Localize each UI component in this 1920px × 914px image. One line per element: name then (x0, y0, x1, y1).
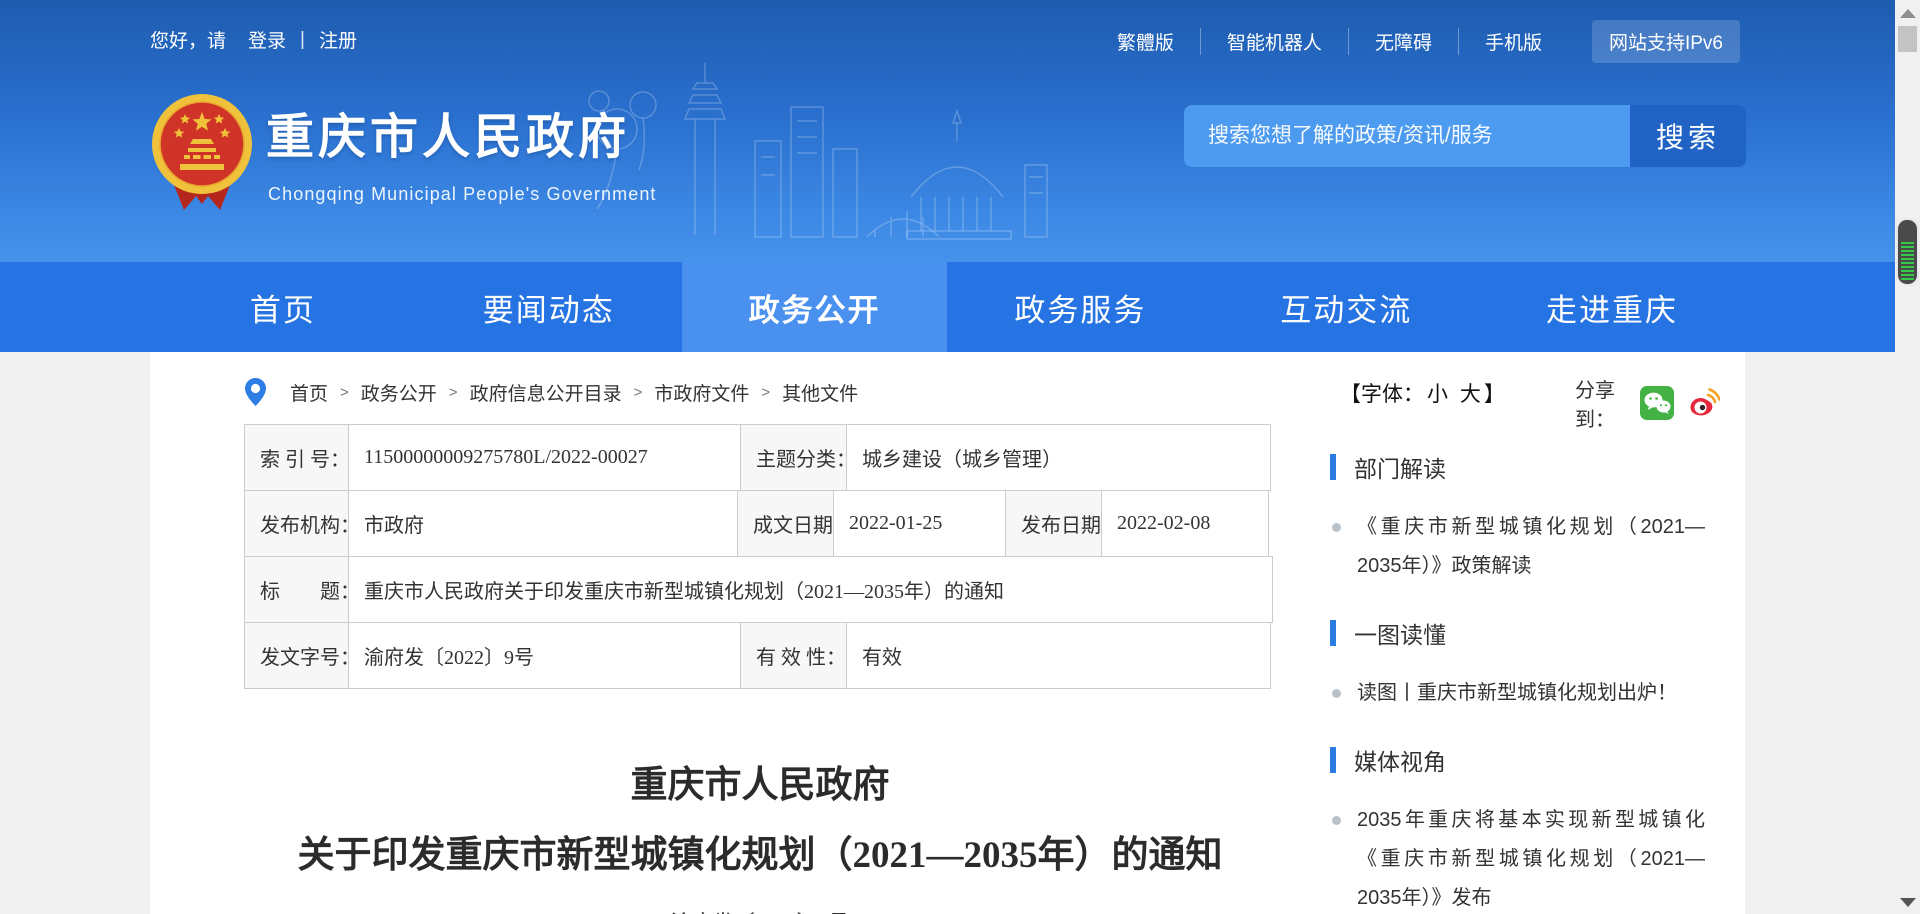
weibo-icon[interactable] (1686, 386, 1720, 420)
page: 您好，请 登录 | 注册 繁體版 智能机器人 无障碍 手机版 网站支持IPv6 (0, 0, 1920, 914)
title-value: 重庆市人民政府关于印发重庆市新型城镇化规划（2021—2035年）的通知 (348, 556, 1273, 623)
font-smaller-button[interactable]: 小 (1427, 383, 1448, 406)
written-date-label: 成文日期： (737, 490, 834, 557)
section-title: 一图读懂 (1354, 616, 1446, 650)
document-number: 渝府发〔2022〕9号 (245, 907, 1275, 914)
main-navigation: 首页 要闻动态 政务公开 政务服务 互动交流 走进重庆 (0, 262, 1895, 352)
table-row: 发布机构： 市政府 成文日期： 2022-01-25 发布日期： 2022-02… (245, 491, 1275, 557)
breadcrumb-home[interactable]: 首页 (290, 379, 328, 406)
sidebar-link-infographic[interactable]: 读图丨重庆市新型城镇化规划出炉！ (1330, 674, 1705, 713)
breadcrumb-municipal-docs[interactable]: 市政府文件 (654, 379, 749, 406)
skyline-decoration (555, 45, 1075, 257)
login-separator: | (300, 29, 305, 51)
national-emblem-logo[interactable] (150, 92, 254, 216)
scroll-down-icon[interactable] (1900, 898, 1916, 907)
table-row: 索 引 号： 11500000009275780L/2022-00027 主题分… (245, 425, 1275, 491)
sidebar-section-department-interpretation: 部门解读 《重庆市新型城镇化规划（2021—2035年）》政策解读 (1330, 450, 1730, 586)
written-date-value: 2022-01-25 (833, 490, 1006, 557)
search-button[interactable]: 搜索 (1630, 105, 1746, 167)
document-title-block: 重庆市人民政府 关于印发重庆市新型城镇化规划（2021—2035年）的通知 渝府… (245, 754, 1275, 914)
search-input[interactable] (1184, 105, 1630, 167)
publish-date-label: 发布日期： (1005, 490, 1102, 557)
topic-category-label: 主题分类： (740, 424, 847, 491)
accessibility-link[interactable]: 无障碍 (1348, 28, 1458, 55)
topbar-utility-links: 繁體版 智能机器人 无障碍 手机版 网站支持IPv6 (1091, 21, 1740, 61)
sidebar-link-policy-interpretation[interactable]: 《重庆市新型城镇化规划（2021—2035年）》政策解读 (1330, 508, 1705, 586)
document-info-table: 索 引 号： 11500000009275780L/2022-00027 主题分… (245, 425, 1275, 689)
section-title: 部门解读 (1354, 450, 1446, 484)
share-label: 分享到： (1575, 374, 1628, 432)
section-title: 媒体视角 (1354, 743, 1446, 777)
font-control-prefix: 【字体： (1340, 383, 1424, 406)
sidebar-section-infographic: 一图读懂 读图丨重庆市新型城镇化规划出炉！ (1330, 616, 1730, 713)
nav-item-gov-services[interactable]: 政务服务 (947, 262, 1213, 352)
traditional-chinese-link[interactable]: 繁體版 (1091, 28, 1200, 55)
breadcrumb-info-catalog[interactable]: 政府信息公开目录 (470, 379, 622, 406)
scrollbar-thumb[interactable] (1898, 26, 1917, 52)
table-row: 发文字号： 渝府发〔2022〕9号 有 效 性： 有效 (245, 623, 1275, 689)
scroll-up-icon[interactable] (1900, 9, 1916, 18)
validity-value: 有效 (846, 622, 1271, 689)
wechat-icon[interactable] (1640, 386, 1674, 420)
breadcrumb-separator: > (761, 384, 770, 401)
breadcrumb-separator: > (634, 384, 643, 401)
document-title-line2: 关于印发重庆市新型城镇化规划（2021—2035年）的通知 (245, 824, 1275, 878)
section-header: 部门解读 (1330, 450, 1730, 484)
register-link[interactable]: 注册 (319, 26, 357, 53)
breadcrumb-separator: > (449, 384, 458, 401)
smart-robot-link[interactable]: 智能机器人 (1200, 28, 1348, 55)
nav-item-about-chongqing[interactable]: 走进重庆 (1479, 262, 1745, 352)
ipv6-badge[interactable]: 网站支持IPv6 (1592, 20, 1740, 63)
title-label: 标 题： (244, 556, 349, 623)
publish-date-value: 2022-02-08 (1101, 490, 1269, 557)
related-sidebar: 部门解读 《重庆市新型城镇化规划（2021—2035年）》政策解读 一图读懂 读… (1330, 450, 1730, 914)
doc-number-label: 发文字号： (244, 622, 349, 689)
topbar-login-area: 您好，请 登录 | 注册 (150, 26, 357, 53)
topic-category-value: 城乡建设（城乡管理） (846, 424, 1271, 491)
national-emblem-icon (150, 92, 254, 216)
issuing-agency-label: 发布机构： (244, 490, 349, 557)
font-size-control: 【字体：小 大】 (1340, 378, 1505, 408)
mobile-version-link[interactable]: 手机版 (1458, 28, 1568, 55)
nav-items: 首页 要闻动态 政务公开 政务服务 互动交流 走进重庆 (150, 262, 1745, 352)
nav-item-news[interactable]: 要闻动态 (416, 262, 682, 352)
breadcrumb-gov-disclosure[interactable]: 政务公开 (361, 379, 437, 406)
doc-number-value: 渝府发〔2022〕9号 (348, 622, 741, 689)
vertical-scrollbar[interactable] (1895, 0, 1920, 914)
breadcrumb-row: 首页 > 政务公开 > 政府信息公开目录 > 市政府文件 > 其他文件 【字体：… (245, 372, 1720, 412)
nav-item-interaction[interactable]: 互动交流 (1213, 262, 1479, 352)
font-larger-button[interactable]: 大 (1460, 383, 1481, 406)
nav-item-home[interactable]: 首页 (150, 262, 416, 352)
greeting-text: 您好，请 (150, 26, 226, 53)
search-bar: 搜索 (1184, 105, 1746, 167)
font-control-suffix: 】 (1484, 383, 1505, 406)
sidebar-section-media-view: 媒体视角 2035年重庆将基本实现新型城镇化 《重庆市新型城镇化规划（2021—… (1330, 743, 1730, 914)
login-link[interactable]: 登录 (248, 26, 286, 53)
location-pin-icon (245, 378, 266, 407)
site-header: 您好，请 登录 | 注册 繁體版 智能机器人 无障碍 手机版 网站支持IPv6 (0, 0, 1895, 262)
index-number-value: 11500000009275780L/2022-00027 (348, 424, 741, 491)
breadcrumb-separator: > (340, 384, 349, 401)
section-accent-bar (1330, 747, 1336, 773)
table-row: 标 题： 重庆市人民政府关于印发重庆市新型城镇化规划（2021—2035年）的通… (245, 557, 1275, 623)
section-accent-bar (1330, 620, 1336, 646)
scroll-progress-widget[interactable] (1896, 218, 1919, 286)
breadcrumb-other-docs[interactable]: 其他文件 (782, 379, 858, 406)
share-area: 分享到： (1575, 374, 1720, 432)
content-card: 首页 > 政务公开 > 政府信息公开目录 > 市政府文件 > 其他文件 【字体：… (150, 352, 1745, 914)
validity-label: 有 效 性： (740, 622, 847, 689)
issuing-agency-value: 市政府 (348, 490, 738, 557)
sidebar-link-media-article[interactable]: 2035年重庆将基本实现新型城镇化 《重庆市新型城镇化规划（2021—2035年… (1330, 801, 1705, 914)
document-title-line1: 重庆市人民政府 (245, 754, 1275, 808)
section-header: 媒体视角 (1330, 743, 1730, 777)
section-header: 一图读懂 (1330, 616, 1730, 650)
scroll-progress-stripes (1901, 242, 1914, 280)
index-number-label: 索 引 号： (244, 424, 349, 491)
section-accent-bar (1330, 454, 1336, 480)
nav-item-gov-disclosure[interactable]: 政务公开 (682, 262, 948, 352)
